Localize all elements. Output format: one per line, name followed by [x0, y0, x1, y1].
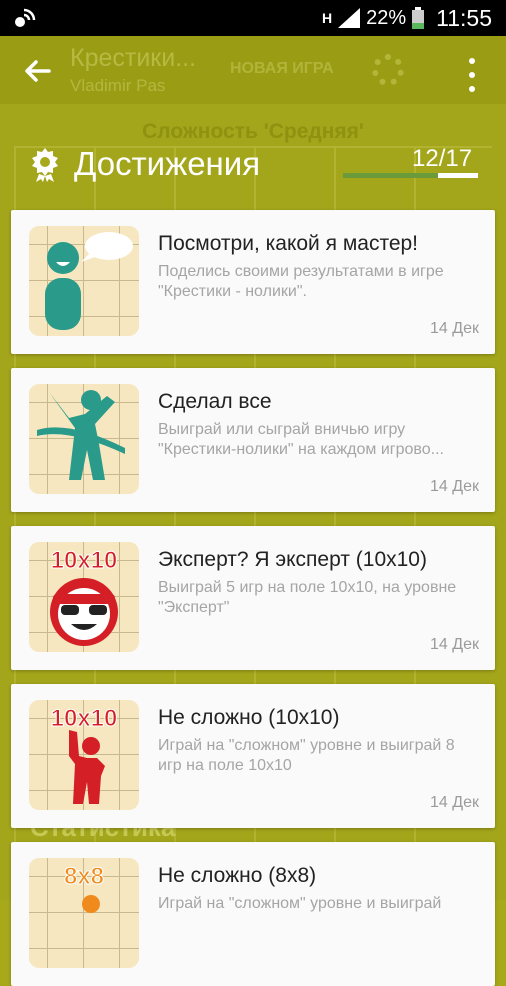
achievement-date: 14 Дек — [430, 636, 479, 653]
board-size-badge: 8x8 — [64, 863, 104, 890]
achievement-card[interactable]: 8x8 Не сложно (8x8) Играй на "сложном" у… — [11, 842, 495, 986]
background-level-label: Сложность 'Средняя' — [142, 120, 364, 143]
finish-line-person-icon — [29, 384, 139, 494]
overflow-menu-icon[interactable] — [462, 58, 482, 92]
battery-icon — [412, 7, 425, 29]
network-type: H — [321, 10, 333, 26]
achievement-title: Сделал все — [158, 390, 272, 413]
status-bar: H 22% 11:55 — [0, 0, 506, 36]
achievement-description: Играй на "сложном" уровне и выиграй 8 иг… — [158, 737, 455, 774]
achievement-title: Не сложно (10x10) — [158, 706, 340, 729]
achievement-description: Играй на "сложном" уровне и выиграй — [158, 895, 442, 912]
achievement-badge-icon — [32, 148, 58, 182]
board-size-badge: 10x10 — [51, 547, 118, 574]
board-size-badge: 10x10 — [51, 705, 118, 732]
achievements-counter: 12/17 — [412, 145, 473, 172]
background-user-name: Vladimir Pas — [70, 76, 166, 95]
page-title: Достижения — [74, 145, 261, 182]
back-arrow-icon[interactable] — [22, 56, 58, 92]
achievement-date: 14 Дек — [430, 320, 479, 337]
background-toolbar: Крестики... Vladimir Pas НОВАЯ ИГРА — [0, 36, 506, 104]
expert-face-icon: 10x10 — [29, 542, 139, 652]
achievement-description: Выиграй 5 игр на поле 10x10, на уровне "… — [158, 579, 457, 616]
achievement-title: Эксперт? Я эксперт (10x10) — [158, 548, 427, 571]
achievement-date: 14 Дек — [430, 478, 479, 495]
signal-icon — [338, 8, 361, 28]
satellite-icon — [15, 8, 36, 27]
background-gear-icon — [372, 54, 404, 86]
talking-person-icon — [29, 226, 139, 336]
achievement-card[interactable]: 10x10 Не сложно (10x10) Играй на "сложно… — [11, 684, 495, 828]
achievement-title: Посмотри, какой я мастер! — [158, 232, 419, 255]
achievements-header: Достижения — [30, 145, 260, 183]
achievement-title: Не сложно (8x8) — [158, 864, 317, 887]
achievement-description: Выиграй или сыграй вничью игру "Крестики… — [158, 421, 444, 458]
raised-fist-person-icon: 8x8 — [29, 858, 139, 968]
achievement-date: 14 Дек — [430, 794, 479, 811]
achievement-card[interactable]: Сделал все Выиграй или сыграй вничью игр… — [11, 368, 495, 512]
background-app-title: Крестики... — [70, 44, 197, 72]
clock: 11:55 — [436, 4, 492, 31]
achievement-card[interactable]: Посмотри, какой я мастер! Поделись своим… — [11, 210, 495, 354]
achievement-description: Поделись своими результатами в игре "Кре… — [158, 263, 444, 300]
battery-percent: 22% — [366, 6, 407, 29]
background-new-game: НОВАЯ ИГРА — [230, 60, 334, 77]
achievement-card[interactable]: 10x10 Эксперт? Я эксперт (10x10) Выиграй… — [11, 526, 495, 670]
achievements-progress-bar — [343, 173, 478, 178]
raised-fist-person-icon: 10x10 — [29, 700, 139, 810]
